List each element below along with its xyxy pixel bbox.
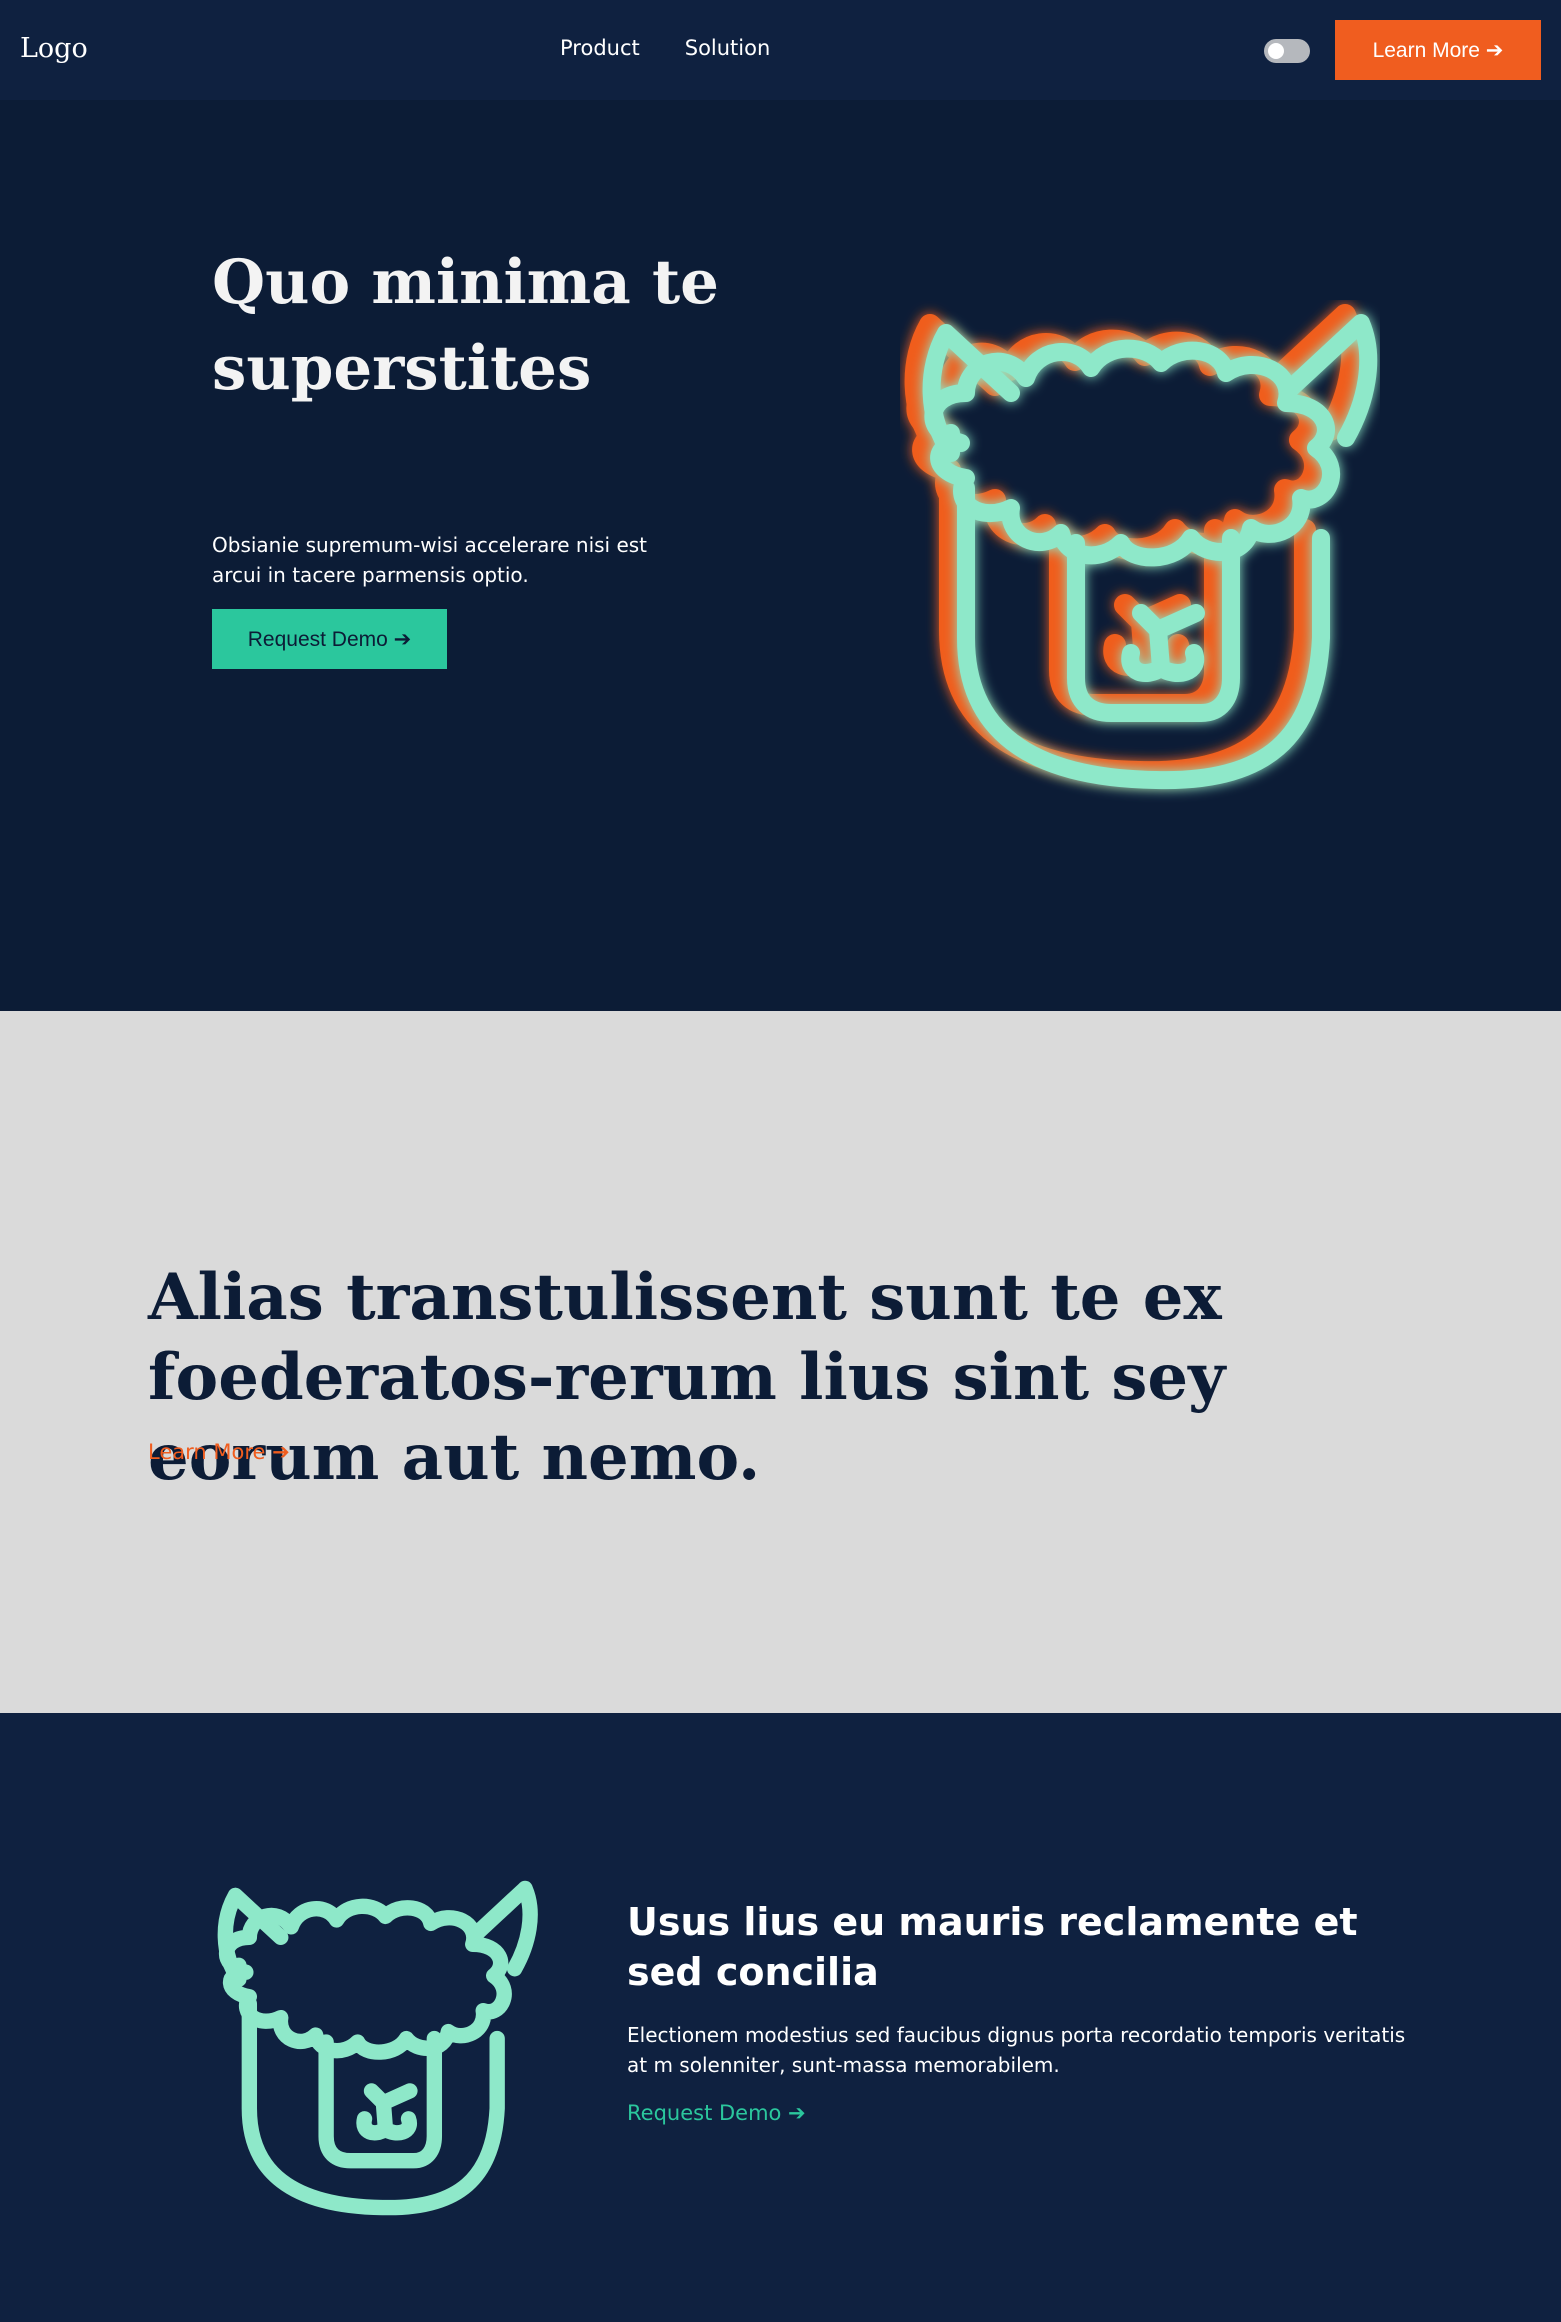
toggle-knob bbox=[1268, 43, 1284, 59]
llama-icon bbox=[205, 1878, 545, 2248]
primary-nav: Product Solution bbox=[560, 36, 770, 60]
feature-request-demo-link[interactable]: Request Demo ➔ bbox=[627, 2101, 806, 2125]
nav-link-solution[interactable]: Solution bbox=[685, 36, 771, 60]
hero-title: Quo minima te superstites bbox=[212, 247, 719, 404]
llama-icon bbox=[900, 300, 1380, 830]
band-title: Alias transtulissent sunt te ex foederat… bbox=[148, 1260, 1226, 1495]
feature-title: Usus lius eu mauris reclamente et sed co… bbox=[627, 1900, 1358, 1994]
top-navbar: Logo Product Solution Learn More ➔ bbox=[0, 0, 1561, 100]
nav-link-product[interactable]: Product bbox=[560, 36, 640, 60]
hero-subtitle: Obsianie supremum-wisi accelerare nisi e… bbox=[212, 533, 648, 587]
request-demo-button[interactable]: Request Demo ➔ bbox=[212, 609, 447, 669]
feature-text: Electionem modestius sed faucibus dignus… bbox=[627, 2023, 1406, 2077]
logo[interactable]: Logo bbox=[20, 33, 88, 64]
learn-more-button[interactable]: Learn More ➔ bbox=[1335, 20, 1541, 80]
band-learn-more-link[interactable]: Learn More ➔ bbox=[148, 1440, 290, 1464]
theme-toggle[interactable] bbox=[1264, 39, 1310, 63]
